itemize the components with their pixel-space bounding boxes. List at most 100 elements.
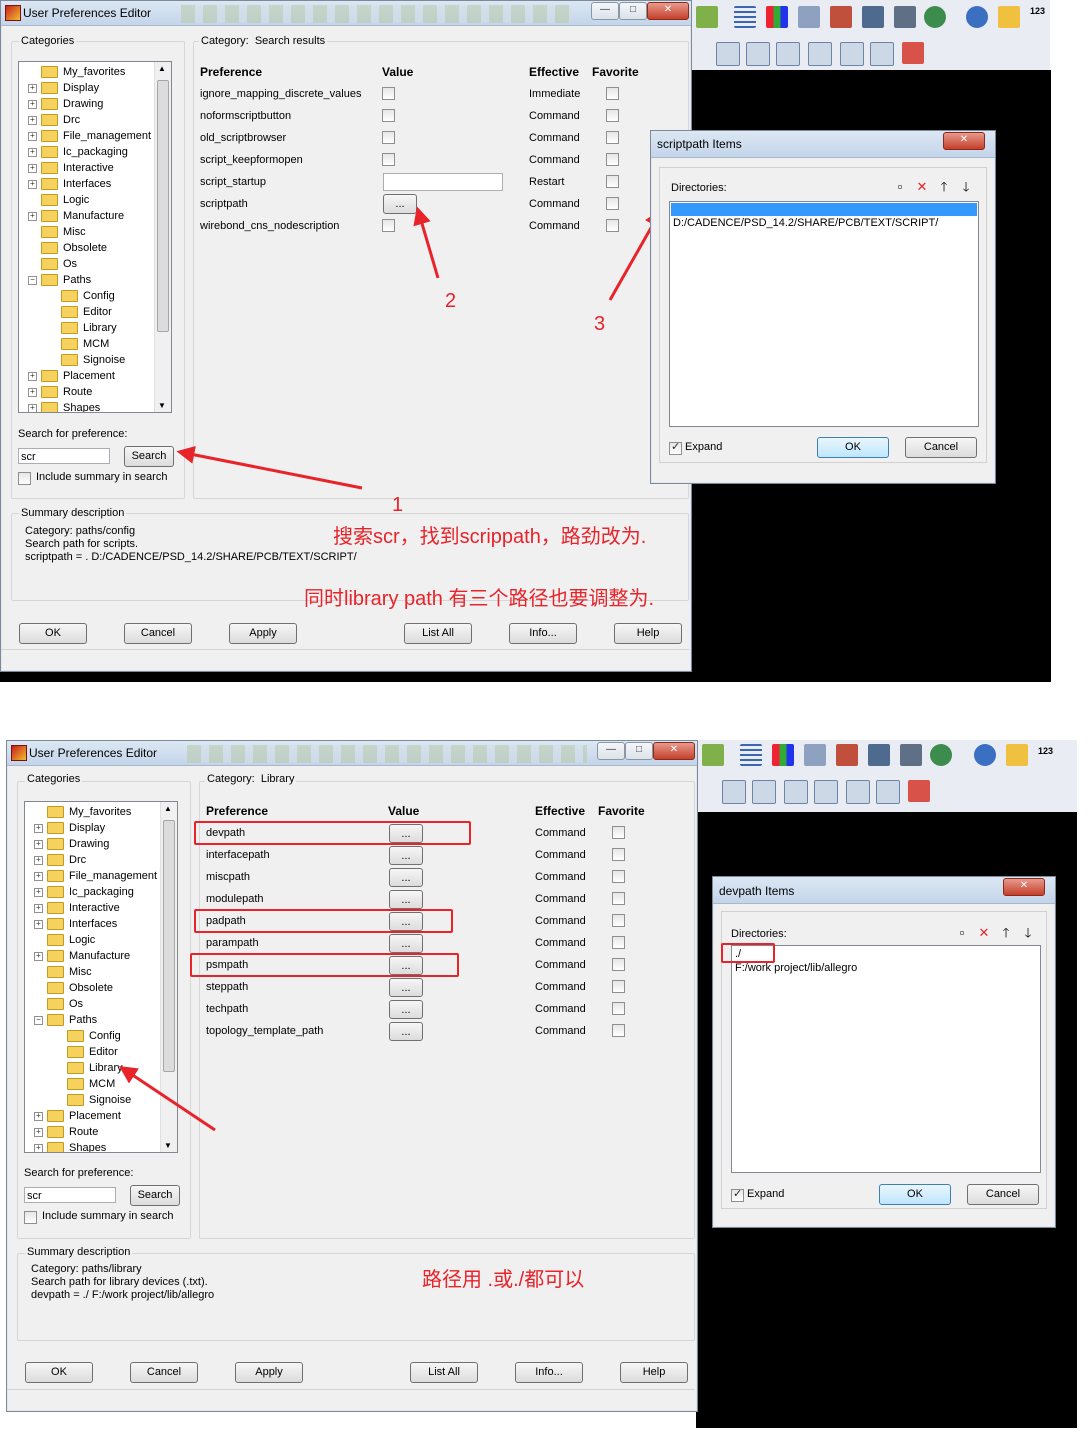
expand-icon[interactable]: + xyxy=(34,920,43,929)
favorite-checkbox[interactable] xyxy=(612,892,625,905)
favorite-checkbox[interactable] xyxy=(612,1024,625,1037)
favorite-checkbox[interactable] xyxy=(612,980,625,993)
delete-item-icon[interactable]: ✕ xyxy=(975,924,993,942)
tool-icon-b[interactable] xyxy=(784,780,808,804)
browse-button[interactable]: ... xyxy=(389,1022,423,1041)
color-icon[interactable] xyxy=(772,744,794,766)
annotation-arrow-bottom xyxy=(119,1066,216,1132)
globe-icon[interactable] xyxy=(930,744,952,766)
expand-checkbox[interactable] xyxy=(731,1187,744,1202)
tree-item-label: File_management xyxy=(69,870,158,882)
arrow-to-library xyxy=(119,1066,216,1132)
move-down-icon[interactable]: 🡓 xyxy=(957,178,975,196)
favorite-checkbox[interactable] xyxy=(612,870,625,883)
grid-icon[interactable] xyxy=(740,744,762,766)
delete-icon[interactable] xyxy=(908,780,930,802)
scroll-down-icon[interactable]: ▼ xyxy=(164,1141,172,1150)
search-input[interactable]: scr xyxy=(24,1187,116,1203)
dialog-close-button[interactable]: ✕ xyxy=(1003,878,1045,896)
tree-item-label: Interfaces xyxy=(69,918,118,930)
list-all-button[interactable]: List All xyxy=(410,1362,478,1383)
devpath-items-dialog: devpath Items ✕ Directories: ▫ ✕ 🡑 🡓 ./ … xyxy=(712,876,1056,1228)
search-button[interactable]: Search xyxy=(130,1185,180,1206)
dialog-title: scriptpath Items xyxy=(657,137,742,151)
expand-checkbox[interactable] xyxy=(669,440,682,455)
counter-icon[interactable]: 123 xyxy=(1038,746,1058,768)
expand-icon[interactable]: + xyxy=(34,952,43,961)
dialog-ok-button[interactable]: OK xyxy=(879,1184,951,1205)
dialog-cancel-button[interactable]: Cancel xyxy=(967,1184,1039,1205)
favorite-checkbox[interactable] xyxy=(612,826,625,839)
directories-label: Directories: xyxy=(671,182,727,194)
close-button[interactable]: ✕ xyxy=(653,742,695,760)
dialog-ok-button[interactable]: OK xyxy=(817,437,889,458)
tree-item-label: Ic_packaging xyxy=(69,886,134,898)
info-button[interactable]: Info... xyxy=(515,1362,583,1383)
folder-icon xyxy=(47,950,64,962)
ok-button[interactable]: OK xyxy=(25,1362,93,1383)
browse-button[interactable]: ... xyxy=(389,934,423,953)
browse-button[interactable]: ... xyxy=(389,890,423,909)
highlight-padpath xyxy=(194,909,453,933)
new-item-icon[interactable]: ▫ xyxy=(891,178,909,196)
list-item-selected[interactable] xyxy=(671,203,977,216)
favorite-checkbox[interactable] xyxy=(612,1002,625,1015)
effective-value: Command xyxy=(535,893,586,905)
layers-icon[interactable] xyxy=(804,744,826,766)
info-icon[interactable] xyxy=(974,744,996,766)
expand-icon[interactable]: + xyxy=(34,840,43,849)
scroll-up-icon[interactable]: ▲ xyxy=(164,804,172,813)
expand-icon[interactable]: + xyxy=(34,824,43,833)
tool-icon-c[interactable] xyxy=(876,780,900,804)
stack-icon[interactable] xyxy=(836,744,858,766)
categories-label: Categories xyxy=(25,773,83,785)
favorite-checkbox[interactable] xyxy=(612,958,625,971)
browse-button[interactable]: ... xyxy=(389,868,423,887)
list-item[interactable]: D:/CADENCE/PSD_14.2/SHARE/PCB/TEXT/SCRIP… xyxy=(673,217,938,229)
directories-list[interactable]: D:/CADENCE/PSD_14.2/SHARE/PCB/TEXT/SCRIP… xyxy=(669,201,979,427)
dialog-cancel-button[interactable]: Cancel xyxy=(905,437,977,458)
favorite-checkbox[interactable] xyxy=(612,848,625,861)
apply-button[interactable]: Apply xyxy=(235,1362,303,1383)
cm-icon[interactable] xyxy=(868,744,890,766)
list-item[interactable]: F:/work project/lib/allegro xyxy=(735,962,857,974)
dfa-icon[interactable] xyxy=(900,744,922,766)
move-down-icon[interactable]: 🡓 xyxy=(1019,924,1037,942)
folder-icon xyxy=(47,918,64,930)
minimize-button[interactable]: — xyxy=(597,742,625,760)
move-up-icon[interactable]: 🡑 xyxy=(997,924,1015,942)
tool-icon-a[interactable] xyxy=(752,780,776,804)
browse-button[interactable]: ... xyxy=(389,1000,423,1019)
maximize-button[interactable]: □ xyxy=(625,742,653,760)
directories-list[interactable]: ./ F:/work project/lib/allegro xyxy=(731,945,1041,1173)
cancel-button[interactable]: Cancel xyxy=(130,1362,198,1383)
delete-item-icon[interactable]: ✕ xyxy=(913,178,931,196)
effective-value: Command xyxy=(535,827,586,839)
tree-item-label: Logic xyxy=(69,934,96,946)
new-item-icon[interactable]: ▫ xyxy=(953,924,971,942)
rect-icon[interactable] xyxy=(814,780,838,804)
dialog-close-button[interactable]: ✕ xyxy=(943,132,985,150)
clip-icon[interactable] xyxy=(702,744,724,766)
include-summary-checkbox[interactable] xyxy=(24,1211,37,1224)
select-icon[interactable] xyxy=(722,780,746,804)
circle-icon[interactable] xyxy=(846,780,870,804)
expand-icon[interactable]: + xyxy=(34,904,43,913)
dialog-title: devpath Items xyxy=(719,884,795,898)
favorite-checkbox[interactable] xyxy=(612,914,625,927)
browse-button[interactable]: ... xyxy=(389,978,423,997)
expand-icon[interactable]: + xyxy=(34,872,43,881)
expand-icon[interactable]: + xyxy=(34,888,43,897)
help-icon[interactable] xyxy=(1006,744,1028,766)
pref-name: miscpath xyxy=(206,871,251,883)
expand-icon[interactable]: + xyxy=(34,1144,43,1152)
move-up-icon[interactable]: 🡑 xyxy=(935,178,953,196)
favorite-checkbox[interactable] xyxy=(612,936,625,949)
effective-value: Command xyxy=(535,915,586,927)
browse-button[interactable]: ... xyxy=(389,846,423,865)
tree-item-label: Display xyxy=(69,822,106,834)
expand-icon[interactable]: + xyxy=(34,856,43,865)
effective-value: Command xyxy=(535,981,586,993)
pref-name: modulepath xyxy=(206,893,264,905)
help-button[interactable]: Help xyxy=(620,1362,688,1383)
